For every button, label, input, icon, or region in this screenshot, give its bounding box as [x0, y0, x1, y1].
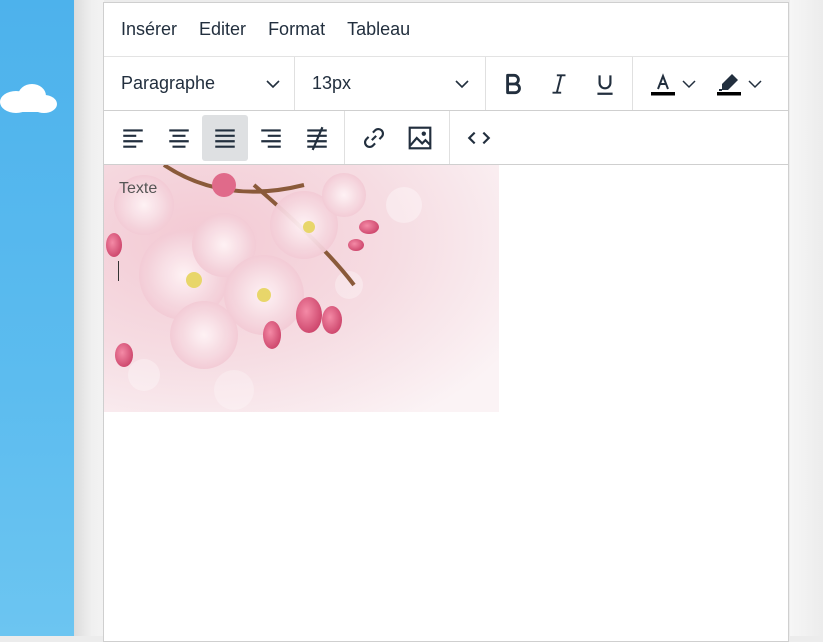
editor-content-area[interactable]: Texte	[104, 165, 788, 639]
source-code-button[interactable]	[456, 115, 502, 161]
color-group	[633, 57, 771, 110]
align-right-button[interactable]	[248, 115, 294, 161]
menu-table[interactable]: Tableau	[347, 19, 410, 40]
cloud-icon	[0, 84, 57, 113]
alignment-group	[104, 111, 345, 164]
editor-text[interactable]: Texte	[119, 180, 157, 198]
highlight-color-button[interactable]	[715, 70, 763, 98]
code-group	[450, 111, 508, 164]
menu-edit[interactable]: Editer	[199, 19, 246, 40]
chevron-down-icon[interactable]	[681, 76, 697, 92]
chevron-down-icon[interactable]	[747, 76, 763, 92]
page-gutter	[74, 0, 104, 636]
insert-link-button[interactable]	[351, 115, 397, 161]
rich-text-editor: Insérer Editer Format Tableau Paragraphe…	[103, 2, 789, 642]
text-caret	[118, 261, 119, 281]
font-size-group: 13px	[295, 57, 486, 110]
chevron-down-icon	[266, 79, 280, 88]
align-center-icon	[169, 128, 189, 148]
source-code-icon	[467, 131, 491, 144]
block-format-group: Paragraphe	[104, 57, 295, 110]
text-color-button[interactable]	[649, 70, 697, 98]
menubar: Insérer Editer Format Tableau	[104, 3, 788, 57]
link-icon	[364, 127, 384, 148]
bold-icon	[506, 73, 521, 94]
justify-icon	[215, 128, 235, 148]
text-style-group	[486, 57, 633, 110]
italic-button[interactable]	[536, 61, 582, 107]
clear-formatting-button[interactable]	[294, 115, 340, 161]
insert-image-button[interactable]	[397, 115, 443, 161]
underline-button[interactable]	[582, 61, 628, 107]
formatting-toolbar: Paragraphe 13px	[104, 57, 788, 111]
right-background	[790, 0, 823, 636]
font-size-value: 13px	[312, 73, 352, 93]
underline-icon	[597, 74, 613, 95]
align-center-button[interactable]	[156, 115, 202, 161]
align-left-button[interactable]	[110, 115, 156, 161]
cherry-blossom-picture	[104, 165, 499, 412]
font-size-select[interactable]: 13px	[312, 57, 471, 110]
insert-group	[345, 111, 450, 164]
chevron-down-icon	[455, 79, 469, 88]
italic-icon	[552, 73, 566, 94]
alignment-toolbar	[104, 111, 788, 165]
cherry-blossom-image[interactable]	[104, 165, 499, 412]
bold-button[interactable]	[490, 61, 536, 107]
highlight-icon	[717, 73, 741, 95]
image-icon	[408, 126, 432, 149]
block-format-value: Paragraphe	[121, 73, 216, 93]
menu-insert[interactable]: Insérer	[121, 19, 177, 40]
text-color-icon	[651, 72, 675, 95]
block-format-select[interactable]: Paragraphe	[121, 57, 282, 110]
clear-format-icon	[307, 126, 327, 150]
menu-format[interactable]: Format	[268, 19, 325, 40]
align-right-icon	[261, 128, 281, 148]
justify-button[interactable]	[202, 114, 248, 161]
align-left-icon	[123, 128, 143, 148]
sky-background	[0, 0, 74, 636]
